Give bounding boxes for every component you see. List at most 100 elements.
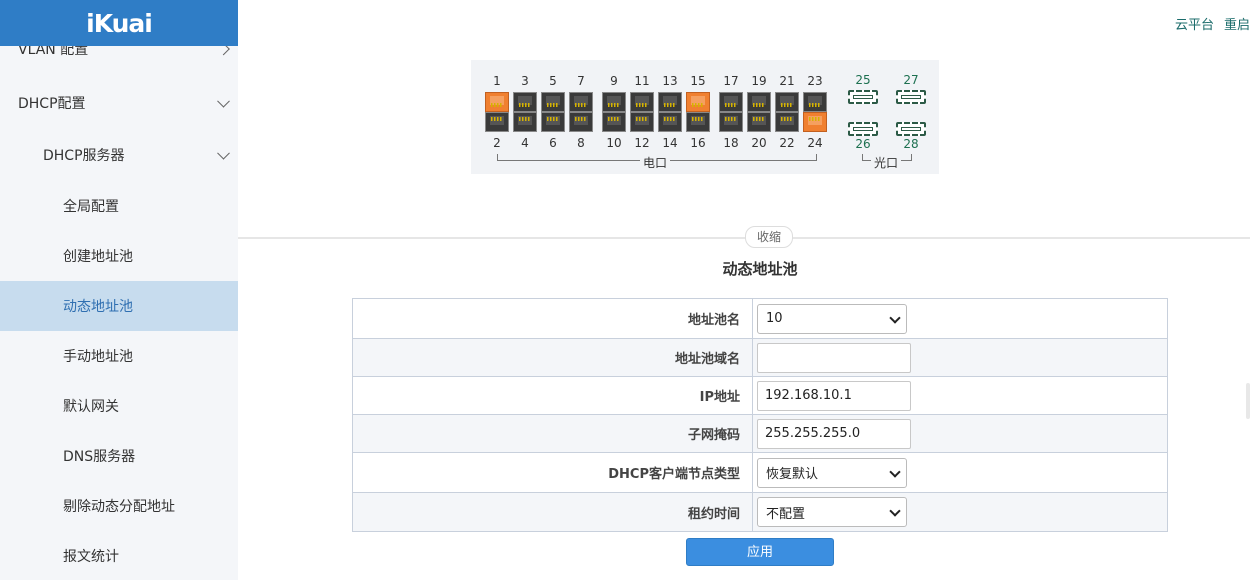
sidebar-item-label: DHCP服务器 — [43, 148, 125, 164]
chevron-down-icon — [889, 505, 901, 517]
port-number: 17 — [723, 74, 739, 88]
sidebar-item-label: 手动地址池 — [63, 349, 133, 365]
ethernet-port-icon[interactable] — [485, 112, 509, 132]
sidebar-item-manual-pool[interactable]: 手动地址池 — [0, 331, 238, 381]
domain-input[interactable] — [757, 342, 911, 373]
ethernet-port-icon[interactable] — [803, 112, 827, 132]
ethernet-port-icon[interactable] — [513, 112, 537, 132]
node-type-value: 恢复默认 — [766, 467, 819, 482]
lease-select[interactable]: 不配置 — [757, 497, 907, 527]
port-number: 21 — [779, 74, 795, 88]
ethernet-port-icon[interactable] — [630, 112, 654, 132]
port-number: 18 — [723, 136, 739, 150]
ethernet-port-icon[interactable] — [747, 112, 771, 132]
ethernet-port-icon[interactable] — [541, 92, 565, 112]
ethernet-port-icon[interactable] — [569, 92, 593, 112]
lease-label: 租约时间 — [353, 493, 753, 531]
section-divider — [238, 237, 1250, 239]
optical-ports-label: 光口 — [871, 154, 902, 171]
chevron-down-icon — [889, 465, 901, 478]
mask-input[interactable] — [757, 418, 911, 449]
ethernet-port-icon[interactable] — [602, 92, 626, 112]
sfp-port-number: 27 — [903, 73, 919, 87]
chevron-down-icon — [217, 94, 230, 108]
sidebar-item-create-pool[interactable]: 创建地址池 — [0, 231, 238, 281]
sidebar-item-dynamic-pool[interactable]: 动态地址池 — [0, 281, 238, 331]
sidebar-item-excluded-addresses[interactable]: 剔除动态分配地址 — [0, 481, 238, 531]
port-number: 11 — [634, 74, 650, 88]
sidebar-item-dns-server[interactable]: DNS服务器 — [0, 431, 238, 481]
port-number: 24 — [807, 136, 823, 150]
port-number: 16 — [690, 136, 706, 150]
sfp-port-number: 26 — [855, 137, 871, 151]
port-number: 1 — [493, 74, 501, 88]
ip-label: IP地址 — [353, 377, 753, 414]
sfp-port-number: 25 — [855, 73, 871, 87]
port-number: 13 — [662, 74, 678, 88]
form-row-node-type: DHCP客户端节点类型 恢复默认 — [353, 453, 1167, 493]
sidebar-item-packet-stats[interactable]: 报文统计 — [0, 531, 238, 580]
sidebar-item-label: 全局配置 — [63, 199, 119, 215]
sfp-port-icon[interactable] — [848, 90, 878, 104]
pool-name-select[interactable]: 10 — [757, 303, 907, 334]
logo-bar: iKuai — [0, 0, 238, 46]
sfp-port-icon[interactable] — [848, 122, 878, 136]
sidebar-item-global-config[interactable]: 全局配置 — [0, 181, 238, 231]
scrollbar[interactable] — [1246, 383, 1250, 419]
port-number: 12 — [634, 136, 650, 150]
ethernet-port-icon[interactable] — [541, 112, 565, 132]
ethernet-port-icon[interactable] — [686, 92, 710, 112]
electric-ports-label: 电口 — [640, 154, 671, 171]
port-number: 19 — [751, 74, 767, 88]
form-row-lease: 租约时间 不配置 — [353, 493, 1167, 531]
port-number: 14 — [662, 136, 678, 150]
port-number: 15 — [690, 74, 706, 88]
chevron-down-icon — [217, 146, 230, 160]
ethernet-port-icon[interactable] — [775, 92, 799, 112]
sidebar-item-dhcp-config[interactable]: DHCP配置 — [0, 78, 238, 128]
form-row-mask: 子网掩码 — [353, 415, 1167, 453]
top-links: 云平台 重启 — [1175, 14, 1250, 33]
switch-port-panel: 电口 光口 1 3 5 7 9 11 13 15 17 19 21 23 2 4 6 8 10 12 14 16 18 2… — [471, 60, 939, 174]
brand-logo: iKuai — [86, 8, 153, 38]
ethernet-port-icon[interactable] — [747, 92, 771, 112]
sidebar-item-default-gateway[interactable]: 默认网关 — [0, 381, 238, 431]
ethernet-port-icon[interactable] — [803, 92, 827, 112]
mask-label: 子网掩码 — [353, 415, 753, 452]
sidebar-item-label: 剔除动态分配地址 — [63, 499, 175, 515]
ip-input[interactable] — [757, 380, 911, 411]
ethernet-port-icon[interactable] — [602, 112, 626, 132]
form-row-ip: IP地址 — [353, 377, 1167, 415]
ethernet-port-icon[interactable] — [569, 112, 593, 132]
ethernet-port-icon[interactable] — [719, 92, 743, 112]
ethernet-port-icon[interactable] — [658, 112, 682, 132]
port-number: 6 — [549, 136, 557, 150]
sidebar-item-label: 报文统计 — [63, 549, 119, 565]
sidebar-item-dhcp-server[interactable]: DHCP服务器 — [0, 130, 238, 180]
sidebar-item-label: 默认网关 — [63, 399, 119, 415]
sfp-port-icon[interactable] — [896, 122, 926, 136]
sidebar-item-label: DHCP配置 — [18, 96, 86, 112]
port-number: 9 — [610, 74, 618, 88]
port-number: 2 — [493, 136, 501, 150]
apply-button[interactable]: 应用 — [686, 538, 834, 566]
ethernet-port-icon[interactable] — [485, 92, 509, 112]
node-type-select[interactable]: 恢复默认 — [757, 457, 907, 488]
ethernet-port-icon[interactable] — [719, 112, 743, 132]
form-row-domain: 地址池域名 — [353, 339, 1167, 377]
sidebar: iKuai VLAN 配置 DHCP配置 DHCP服务器 全局配置 创建地址池 … — [0, 0, 238, 580]
collapse-button[interactable]: 收缩 — [745, 226, 793, 248]
ethernet-port-icon[interactable] — [775, 112, 799, 132]
chevron-down-icon — [889, 311, 901, 324]
port-number: 22 — [779, 136, 795, 150]
sfp-port-icon[interactable] — [896, 90, 926, 104]
port-number: 7 — [577, 74, 585, 88]
page-title: 动态地址池 — [722, 260, 798, 278]
cloud-platform-link[interactable]: 云平台 — [1175, 14, 1214, 33]
ethernet-port-icon[interactable] — [686, 112, 710, 132]
ethernet-port-icon[interactable] — [513, 92, 537, 112]
restart-link[interactable]: 重启 — [1224, 14, 1250, 33]
ethernet-port-icon[interactable] — [658, 92, 682, 112]
sfp-port-number: 28 — [903, 137, 919, 151]
ethernet-port-icon[interactable] — [630, 92, 654, 112]
